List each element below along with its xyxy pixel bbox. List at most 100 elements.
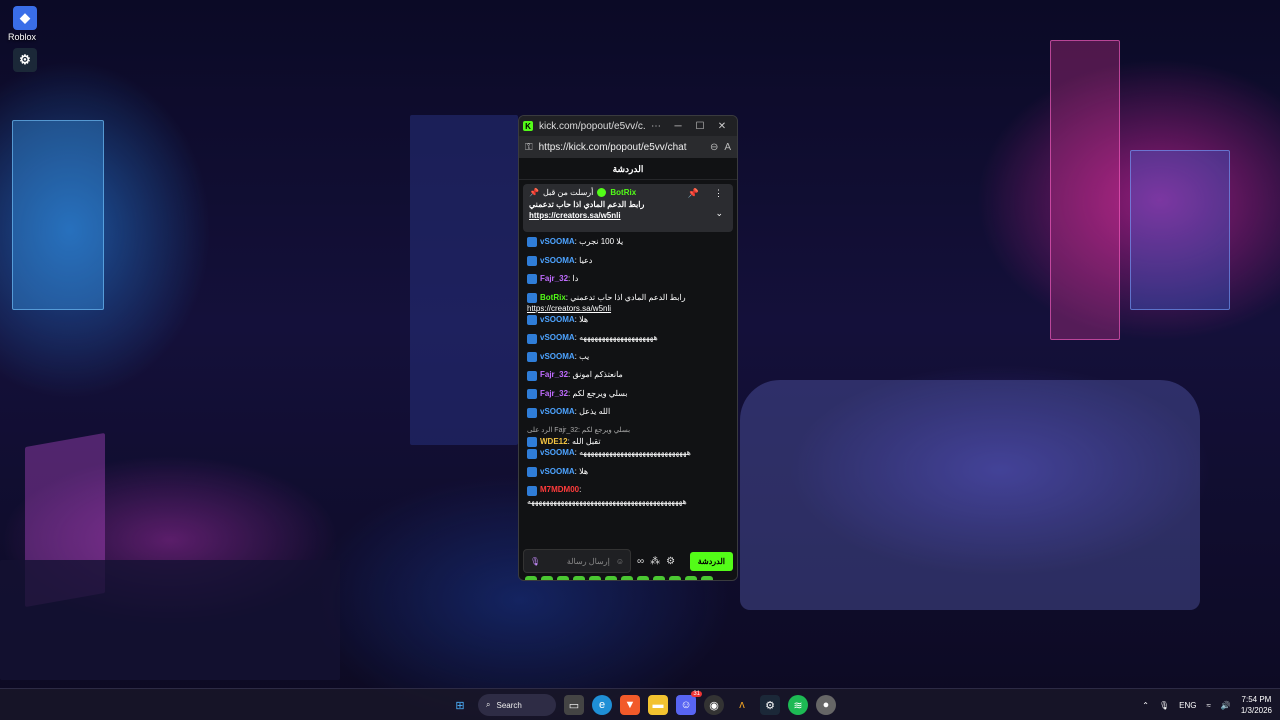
zoom-icon[interactable]: ⊖: [710, 142, 718, 153]
chat-username[interactable]: vSOOMA: [540, 333, 575, 342]
chat-message[interactable]: الرد على Fajr_32: بسلي ويرجع لكم WDE12: ت…: [527, 425, 729, 448]
desktop-icon-roblox[interactable]: ◆ Roblox: [8, 6, 40, 42]
emote-icon[interactable]: [653, 576, 665, 580]
brave-icon[interactable]: ▼: [620, 695, 640, 715]
chat-input[interactable]: 🎙 إرسال رسالة ☺: [523, 549, 631, 573]
volume-icon[interactable]: 🔊: [1221, 701, 1231, 710]
emote-icon[interactable]: [589, 576, 601, 580]
chat-username[interactable]: vSOOMA: [540, 467, 575, 476]
chat-username[interactable]: vSOOMA: [540, 315, 575, 324]
chat-message[interactable]: Fajr_32: مانعتذكم امونق: [527, 369, 729, 388]
chat-message-text: دعيا: [579, 255, 593, 265]
emote-icon[interactable]: [605, 576, 617, 580]
minimize-button[interactable]: ─: [667, 121, 689, 132]
site-info-icon[interactable]: ⚿: [525, 142, 533, 153]
emote-icon[interactable]: [637, 576, 649, 580]
chat-message-text: يب: [579, 351, 590, 361]
chat-message[interactable]: vSOOMA: يب: [527, 351, 729, 370]
wallpaper-window: [410, 115, 518, 445]
chat-message[interactable]: vSOOMA: هلا: [527, 314, 729, 333]
chat-username[interactable]: vSOOMA: [540, 237, 575, 246]
microphone-icon[interactable]: 🎙: [530, 557, 540, 566]
chat-message[interactable]: vSOOMA: هههههههههههههههههههههههههههههه: [527, 447, 729, 466]
spotify-icon[interactable]: ≋: [788, 695, 808, 715]
reply-context[interactable]: الرد على Fajr_32: بسلي ويرجع لكم: [527, 425, 630, 436]
maximize-button[interactable]: ☐: [689, 121, 711, 132]
emote-icon[interactable]: [621, 576, 633, 580]
chat-message[interactable]: vSOOMA: ههههههههههههههههههههه: [527, 332, 729, 351]
chat-message[interactable]: Fajr_32: بسلي ويرجع لكم: [527, 388, 729, 407]
dots-icon[interactable]: ⁂: [650, 556, 660, 567]
wallpaper-neon-panel: [1050, 40, 1120, 340]
chat-message[interactable]: vSOOMA: الله يذعل: [527, 406, 729, 425]
chat-message-text: الله يذعل: [579, 407, 611, 417]
chat-message[interactable]: Fajr_32: دا: [527, 273, 729, 292]
pin-icon[interactable]: 📌: [688, 188, 699, 199]
emote-icon[interactable]: [573, 576, 585, 580]
steam-icon: ⚙: [13, 48, 37, 72]
chat-message[interactable]: vSOOMA: هلا: [527, 466, 729, 485]
chat-username[interactable]: WDE12: [540, 437, 568, 446]
chat-username[interactable]: Fajr_32: [540, 274, 568, 283]
chat-username[interactable]: M7MDM00: [540, 485, 579, 494]
chat-username[interactable]: Fajr_32: [540, 389, 568, 398]
steam-taskbar-icon[interactable]: ⚙: [760, 695, 780, 715]
browser-window: K kick.com/popout/e5vv/c... ⋯ ─ ☐ ✕ ⚿ ht…: [518, 115, 738, 581]
chat-message-link[interactable]: https://creators.sa/w5nli: [527, 303, 686, 314]
chat-username[interactable]: vSOOMA: [540, 256, 575, 265]
discord-icon[interactable]: ☺ 31: [676, 691, 702, 715]
emote-icon[interactable]: [669, 576, 681, 580]
user-badge-icon: [527, 237, 537, 248]
chat-message[interactable]: BotRix: رابط الدعم المادي اذا حاب تدعمني…: [527, 292, 729, 314]
chat-input-row: 🎙 إرسال رسالة ☺ ∞ ⁂ ⚙ الدردشة: [523, 548, 733, 574]
tray-microphone-icon[interactable]: 🎙: [1159, 701, 1169, 710]
emote-icon[interactable]: [701, 576, 713, 580]
pinned-user[interactable]: BotRix: [610, 188, 636, 197]
language-indicator[interactable]: ENG: [1179, 701, 1196, 710]
chat-message[interactable]: vSOOMA: يلا 100 نجرب: [527, 236, 729, 255]
read-aloud-icon[interactable]: A: [724, 142, 731, 153]
wifi-icon[interactable]: ≈: [1207, 701, 1211, 710]
window-title: kick.com/popout/e5vv/c...: [539, 120, 645, 132]
tray-chevron-up-icon[interactable]: ⌃: [1142, 701, 1149, 710]
curseforge-icon[interactable]: ʌ: [732, 695, 752, 715]
edge-icon[interactable]: e: [592, 695, 612, 715]
send-chat-button[interactable]: الدردشة: [689, 551, 733, 571]
emote-icon[interactable]: [525, 576, 537, 580]
chat-message[interactable]: M7MDM00: ههههههههههههههههههههههههههههههه…: [527, 484, 729, 506]
settings-gear-icon[interactable]: ⚙: [666, 556, 675, 567]
windows-start-icon[interactable]: ⊞: [450, 695, 470, 715]
user-badge-icon: [527, 485, 537, 496]
url-text[interactable]: https://kick.com/popout/e5vv/chat: [539, 142, 704, 153]
taskbar-search[interactable]: ⌕ Search: [478, 694, 556, 716]
emote-icon[interactable]: [541, 576, 553, 580]
chat-message-text: هههههههههههههههههههههههههههههه: [579, 448, 691, 458]
infinity-icon[interactable]: ∞: [637, 556, 644, 567]
file-explorer-icon[interactable]: ▬: [648, 695, 668, 715]
pinned-link[interactable]: https://creators.sa/w5nli: [529, 211, 727, 220]
chrome-icon[interactable]: ◉: [704, 695, 724, 715]
close-button[interactable]: ✕: [711, 121, 733, 132]
chat-message-text: هههههههههههههههههههههههههههههههههههههههه…: [527, 496, 687, 506]
separator: :: [579, 485, 582, 495]
user-badge-icon: [527, 292, 537, 303]
chat-username[interactable]: Fajr_32: [540, 370, 568, 379]
pinned-message[interactable]: 📌 أرسلت من قبل BotRix رابط الدعم المادي …: [523, 184, 733, 232]
app-icon[interactable]: ●: [816, 695, 836, 715]
kebab-menu-icon[interactable]: ⋮: [714, 188, 723, 199]
wallpaper-bed: [740, 380, 1200, 610]
chat-username[interactable]: vSOOMA: [540, 352, 575, 361]
emote-icon[interactable]: [685, 576, 697, 580]
emoji-icon[interactable]: ☺: [616, 557, 624, 566]
clock[interactable]: 7:54 PM 1/3/2026: [1241, 694, 1272, 716]
chat-username[interactable]: vSOOMA: [540, 407, 575, 416]
chat-username[interactable]: BotRix: [540, 293, 566, 302]
task-view-icon[interactable]: ▭: [564, 695, 584, 715]
chat-username[interactable]: vSOOMA: [540, 448, 575, 457]
emote-icon[interactable]: [557, 576, 569, 580]
chat-message[interactable]: vSOOMA: دعيا: [527, 255, 729, 274]
more-options-icon[interactable]: ⋯: [645, 121, 667, 132]
address-bar[interactable]: ⚿ https://kick.com/popout/e5vv/chat ⊖ A: [519, 136, 737, 158]
desktop-icon-steam[interactable]: ⚙: [10, 48, 40, 72]
chevron-down-icon[interactable]: ⌄: [715, 208, 723, 219]
